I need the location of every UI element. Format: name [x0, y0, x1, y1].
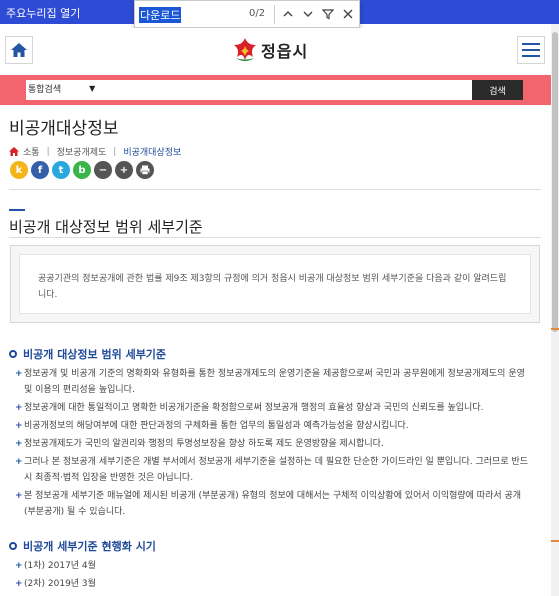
scroll-match-marker	[551, 540, 559, 542]
kakaostory-icon[interactable]: k	[10, 161, 28, 179]
timeline-heading: 비공개 세부기준 현행화 시기	[9, 538, 156, 554]
chevron-down-icon	[303, 11, 313, 17]
search-bar: 통합검색 ▼ 검색	[0, 75, 551, 105]
find-filter-button[interactable]	[318, 3, 338, 25]
intro-box: 공공기관의 정보공개에 관한 법률 제9조 제3항의 규정에 의거 정읍시 비공…	[10, 245, 540, 323]
list-item: (1차) 2017년 4월	[15, 558, 535, 574]
list-item: 정보공개 및 비공개 기준의 명확화와 유형화를 통한 정보공개제도의 운영기준…	[15, 366, 535, 398]
zoom-out-icon[interactable]: −	[94, 161, 112, 179]
bullet-ring-icon	[9, 542, 17, 550]
list-item: (2차) 2019년 3월	[15, 576, 535, 592]
zoom-in-icon[interactable]: +	[115, 161, 133, 179]
scroll-match-marker	[551, 328, 559, 330]
logo-emblem-icon	[234, 38, 256, 61]
menu-button[interactable]	[517, 36, 545, 64]
find-next-button[interactable]	[298, 3, 318, 25]
list-item: 본 정보공개 세부기준 매뉴얼에 제시된 비공개 (부분공개) 유형의 정보에 …	[15, 488, 535, 520]
divider	[9, 189, 541, 190]
list-item: 그러나 본 정보공개 세부기준은 개별 부서에서 정보공개 세부기준을 설정하는…	[15, 454, 535, 486]
criteria-list: 정보공개 및 비공개 기준의 명확화와 유형화를 통한 정보공개제도의 운영기준…	[15, 366, 535, 522]
find-input[interactable]: 다운로드	[139, 7, 182, 23]
breadcrumb-item-current: 비공개대상정보	[123, 148, 182, 158]
breadcrumb-divider: |	[113, 146, 117, 157]
search-scope-value: 통합검색	[28, 85, 62, 95]
site-logo[interactable]: 정읍시	[232, 34, 308, 66]
section-title: 비공개 대상정보 범위 세부기준	[9, 209, 203, 237]
search-button[interactable]: 검색	[472, 80, 523, 100]
site-header: 정읍시	[0, 28, 551, 72]
home-icon	[11, 43, 27, 57]
intro-text: 공공기관의 정보공개에 관한 법률 제9조 제3항의 규정에 의거 정읍시 비공…	[19, 254, 531, 314]
search-field[interactable]: 통합검색 ▼	[26, 80, 523, 100]
home-button[interactable]	[5, 36, 33, 64]
hamburger-menu-icon	[522, 43, 540, 57]
filter-icon	[322, 9, 334, 20]
band-icon[interactable]: b	[73, 161, 91, 179]
page-title: 비공개대상정보	[9, 119, 119, 139]
search-scope-select[interactable]: 통합검색 ▼	[28, 82, 95, 95]
find-count: 0/2	[249, 8, 266, 19]
timeline-heading-text: 비공개 세부기준 현행화 시기	[23, 540, 156, 553]
breadcrumb-divider: |	[46, 146, 50, 157]
breadcrumb: 소통 | 정보공개제도 | 비공개대상정보	[9, 145, 181, 158]
list-item: 정보공개제도가 국민의 알권리와 행정의 투명성보장을 향상 하도록 제도 운영…	[15, 436, 535, 452]
breadcrumb-home-icon	[9, 147, 19, 156]
vertical-scrollbar[interactable]	[551, 24, 559, 596]
breadcrumb-item-communication[interactable]: 소통	[23, 145, 40, 158]
section-title-text: 비공개 대상정보 범위 세부기준	[9, 218, 203, 236]
find-divider	[274, 5, 275, 24]
print-icon[interactable]	[136, 161, 154, 179]
find-close-button[interactable]	[338, 3, 358, 25]
close-icon	[343, 9, 353, 19]
site-name: 정읍시	[261, 42, 309, 61]
breadcrumb-item-info-disclosure[interactable]: 정보공개제도	[57, 145, 107, 158]
title-accent-bar	[9, 209, 25, 211]
divider	[9, 237, 541, 238]
find-bar: 다운로드 0/2	[134, 0, 360, 28]
criteria-heading: 비공개 대상정보 범위 세부기준	[9, 346, 166, 362]
timeline-list: (1차) 2017년 4월 (2차) 2019년 3월	[15, 558, 535, 594]
bullet-ring-icon	[9, 350, 17, 358]
chevron-down-icon: ▼	[89, 84, 96, 93]
chevron-up-icon	[283, 11, 293, 17]
twitter-icon[interactable]: t	[52, 161, 70, 179]
scrollbar-thumb[interactable]	[552, 32, 558, 332]
criteria-heading-text: 비공개 대상정보 범위 세부기준	[23, 348, 167, 361]
find-prev-button[interactable]	[278, 3, 298, 25]
list-item: 정보공개에 대한 통일적이고 명확한 비공개기준을 확정함으로써 정보공개 행정…	[15, 400, 535, 416]
list-item: 비공개정보의 해당여부에 대한 판단과정의 구체화를 통한 업무의 통일성과 예…	[15, 418, 535, 434]
share-toolbar: k f t b − +	[10, 161, 154, 179]
skip-link[interactable]: 주요누리집 열기	[6, 5, 80, 21]
facebook-icon[interactable]: f	[31, 161, 49, 179]
